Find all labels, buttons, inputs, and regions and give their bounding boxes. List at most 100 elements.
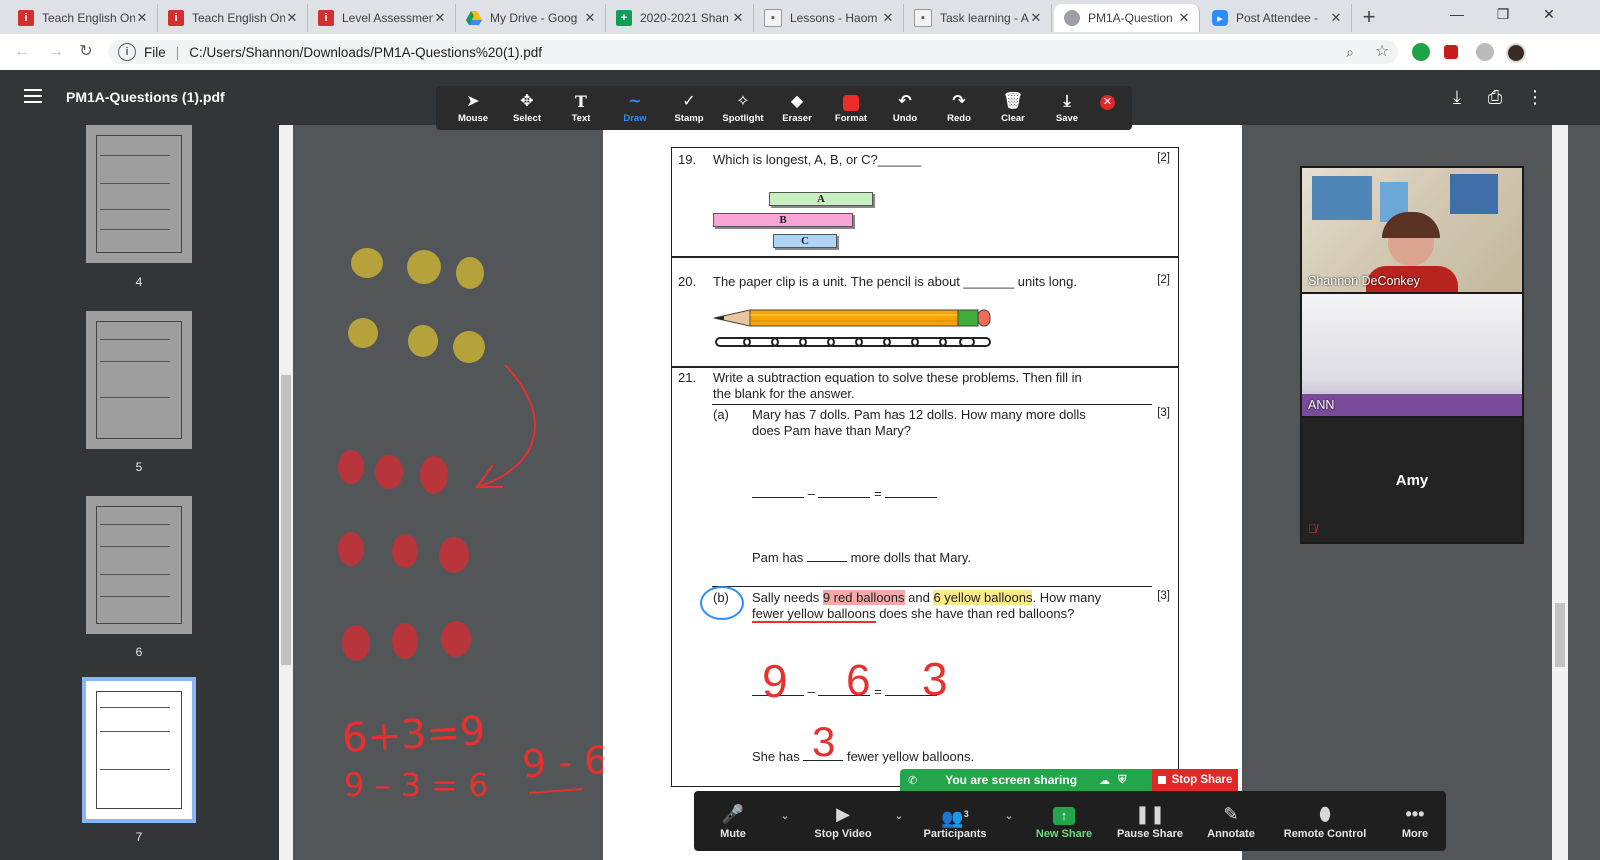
redo-button[interactable]: ↷ Redo	[932, 86, 986, 130]
close-annotation-icon[interactable]: ✕	[1100, 95, 1115, 110]
close-tab-icon[interactable]: ✕	[1329, 10, 1343, 26]
thumbnail-page-7-selected[interactable]	[82, 677, 196, 823]
thumbnail-page-5[interactable]	[86, 311, 192, 449]
tool-label: Format	[834, 112, 868, 124]
button-label: More	[1401, 828, 1429, 840]
pause-share-button[interactable]: ❚❚ Pause Share	[1114, 791, 1186, 851]
close-tab-icon[interactable]: ✕	[433, 10, 447, 26]
back-arrow-icon[interactable]: ←	[12, 42, 32, 62]
save-button[interactable]: ⤓ Save	[1040, 86, 1094, 130]
browser-tab-3[interactable]: i Level Assessmen ✕	[308, 4, 456, 32]
stamp-tool-button[interactable]: ✓ Stamp	[662, 86, 716, 130]
mouse-tool-button[interactable]: ➤ Mouse	[446, 86, 500, 130]
video-tile-shannon[interactable]: Shannon DeConkey	[1302, 168, 1522, 292]
video-options-chevron-icon[interactable]: ⌄	[892, 809, 906, 822]
extension-green-icon[interactable]	[1412, 43, 1430, 61]
pencil-icon: ✎	[1223, 804, 1239, 824]
video-tile-ann[interactable]: ANN	[1302, 294, 1522, 416]
browser-tab-6[interactable]: ▪ Lessons - Haom ✕	[754, 4, 904, 32]
select-tool-button[interactable]: ✥ Select	[500, 86, 554, 130]
more-button[interactable]: ••• More	[1390, 791, 1440, 851]
tab-title: 2020-2021 Shan	[640, 11, 729, 25]
download-icon[interactable]: ⤓	[1446, 86, 1468, 108]
handwritten-equation-2: 9 – 3 = 6	[344, 766, 489, 804]
minus-sign: –	[807, 486, 815, 501]
close-tab-icon[interactable]: ✕	[583, 10, 597, 26]
close-window-icon[interactable]: ✕	[1526, 0, 1572, 30]
annotate-button[interactable]: ✎ Annotate	[1200, 791, 1262, 851]
browser-tab-7[interactable]: ▪ Task learning - A ✕	[904, 4, 1052, 32]
browser-address-bar: ← → ↻ i File | C:/Users/Shannon/Download…	[0, 34, 1600, 71]
question-21-box: 21. Write a subtraction equation to solv…	[671, 367, 1179, 787]
document-scroll-thumb[interactable]	[1555, 603, 1565, 667]
sidebar-scrollbar[interactable]	[279, 125, 293, 860]
text-icon: T	[575, 92, 587, 111]
url-text[interactable]: C:/Users/Shannon/Downloads/PM1A-Question…	[189, 45, 542, 60]
close-tab-icon[interactable]: ✕	[1029, 10, 1043, 26]
browser-tab-2[interactable]: i Teach English On ✕	[158, 4, 308, 32]
question-19-box: 19. Which is longest, A, B, or C?______ …	[671, 147, 1179, 257]
thumbnail-page-number: 4	[135, 275, 143, 289]
video-tile-amy[interactable]: Amy 🎙̸	[1302, 418, 1522, 542]
ublock-icon[interactable]	[1444, 45, 1458, 59]
new-tab-button[interactable]: +	[1356, 6, 1382, 30]
browser-tab-9[interactable]: ▸ Post Attendee - ✕	[1202, 4, 1352, 32]
close-tab-icon[interactable]: ✕	[135, 10, 149, 26]
button-label: New Share	[1035, 828, 1093, 840]
bookmark-star-icon[interactable]: ☆	[1372, 42, 1392, 62]
clear-button[interactable]: 🗑 Clear	[986, 86, 1040, 130]
browser-tab-5[interactable]: + 2020-2021 Shan ✕	[606, 4, 754, 32]
new-share-button[interactable]: ↑ New Share	[1032, 791, 1096, 851]
yellow-highlight: 6 yellow balloons	[933, 590, 1033, 605]
google-sheets-icon: +	[616, 10, 632, 26]
eraser-tool-button[interactable]: ◆ Eraser	[770, 86, 824, 130]
audio-options-chevron-icon[interactable]: ⌄	[778, 809, 792, 822]
undo-button[interactable]: ↶ Undo	[878, 86, 932, 130]
draw-tool-button[interactable]: ∼ Draw	[608, 86, 662, 130]
reload-icon[interactable]: ↻	[76, 42, 96, 62]
info-icon[interactable]: i	[118, 43, 136, 61]
forward-arrow-icon[interactable]: →	[46, 42, 66, 62]
close-tab-icon[interactable]: ✕	[1177, 10, 1191, 26]
wall-poster	[1312, 176, 1372, 220]
format-tool-button[interactable]: Format	[824, 86, 878, 130]
thumbnail-page-4[interactable]	[86, 125, 192, 263]
close-tab-icon[interactable]: ✕	[285, 10, 299, 26]
stop-share-button[interactable]: Stop Share	[1152, 769, 1238, 791]
handwritten-answer-3: 3	[812, 718, 836, 765]
share-arrow-icon: ↑	[1053, 801, 1075, 827]
close-tab-icon[interactable]: ✕	[881, 10, 895, 26]
text-segment: and	[908, 590, 930, 605]
mute-button[interactable]: 🎤 Mute	[710, 791, 756, 851]
restore-window-icon[interactable]: ❐	[1480, 0, 1526, 30]
tool-label: Undo	[892, 113, 918, 124]
url-omnibox[interactable]: i File | C:/Users/Shannon/Downloads/PM1A…	[108, 40, 1398, 64]
profile-avatar[interactable]	[1506, 43, 1526, 63]
sidebar-scroll-thumb[interactable]	[281, 375, 291, 665]
thumbnail-page-6[interactable]	[86, 496, 192, 634]
close-tab-icon[interactable]: ✕	[731, 10, 745, 26]
document-scrollbar[interactable]	[1552, 125, 1568, 860]
extension-puzzle-icon[interactable]	[1476, 43, 1494, 61]
remote-control-button[interactable]: ⬮ Remote Control	[1280, 791, 1370, 851]
blank	[806, 561, 847, 562]
participants-button[interactable]: 👥3 Participants	[920, 791, 990, 851]
google-drive-icon	[466, 10, 482, 26]
part-a-text-line-2: does Pam have than Mary?	[752, 423, 911, 438]
print-icon[interactable]: ⎙	[1484, 86, 1506, 108]
tab-title: Level Assessmen	[342, 11, 433, 25]
participants-options-chevron-icon[interactable]: ⌄	[1002, 809, 1016, 822]
spotlight-tool-button[interactable]: ✧ Spotlight	[716, 86, 770, 130]
text-tool-button[interactable]: T Text	[554, 86, 608, 130]
menu-icon[interactable]	[24, 89, 42, 103]
more-options-icon[interactable]: ⋮	[1524, 86, 1546, 108]
browser-tab-active[interactable]: PM1A-Question ✕	[1054, 4, 1200, 32]
button-label: Remote Control	[1283, 828, 1367, 840]
zoom-magnifier-icon[interactable]: ⌕	[1340, 42, 1360, 62]
thumbnail-line	[100, 361, 170, 362]
thumbnail-line	[100, 596, 170, 597]
browser-tab-4[interactable]: My Drive - Goog ✕	[456, 4, 606, 32]
minimize-window-icon[interactable]: —	[1434, 0, 1480, 30]
stop-video-button[interactable]: ▶ Stop Video	[808, 791, 878, 851]
browser-tab-1[interactable]: i Teach English On ✕	[8, 4, 158, 32]
